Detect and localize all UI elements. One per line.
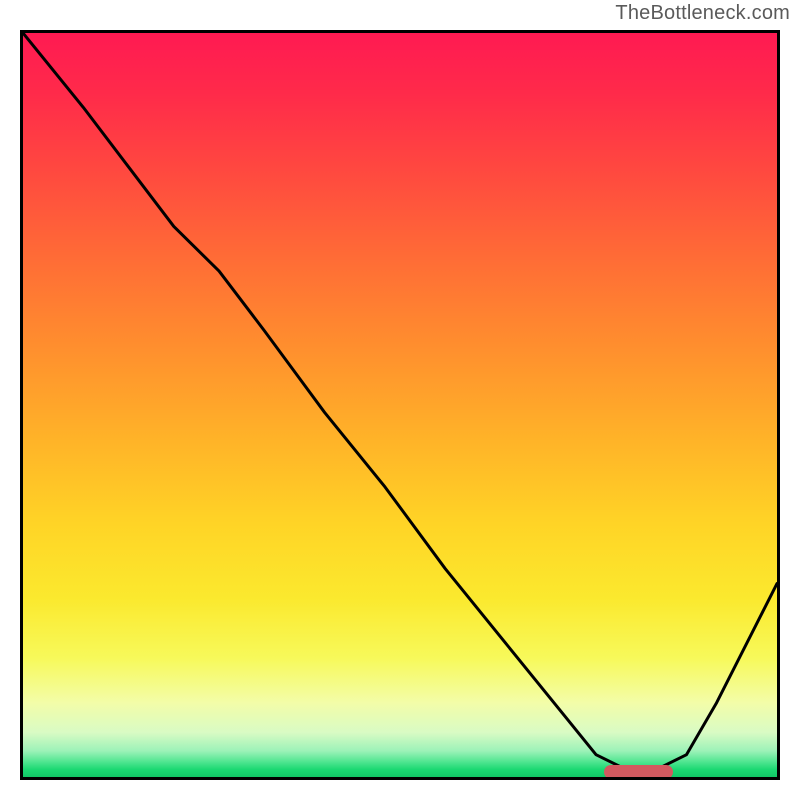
curve-layer — [23, 33, 777, 777]
chart-container: TheBottleneck.com — [0, 0, 800, 800]
watermark-text: TheBottleneck.com — [615, 2, 790, 25]
bottleneck-curve — [23, 33, 777, 770]
plot-frame — [20, 30, 780, 780]
optimal-range-marker — [604, 765, 672, 779]
